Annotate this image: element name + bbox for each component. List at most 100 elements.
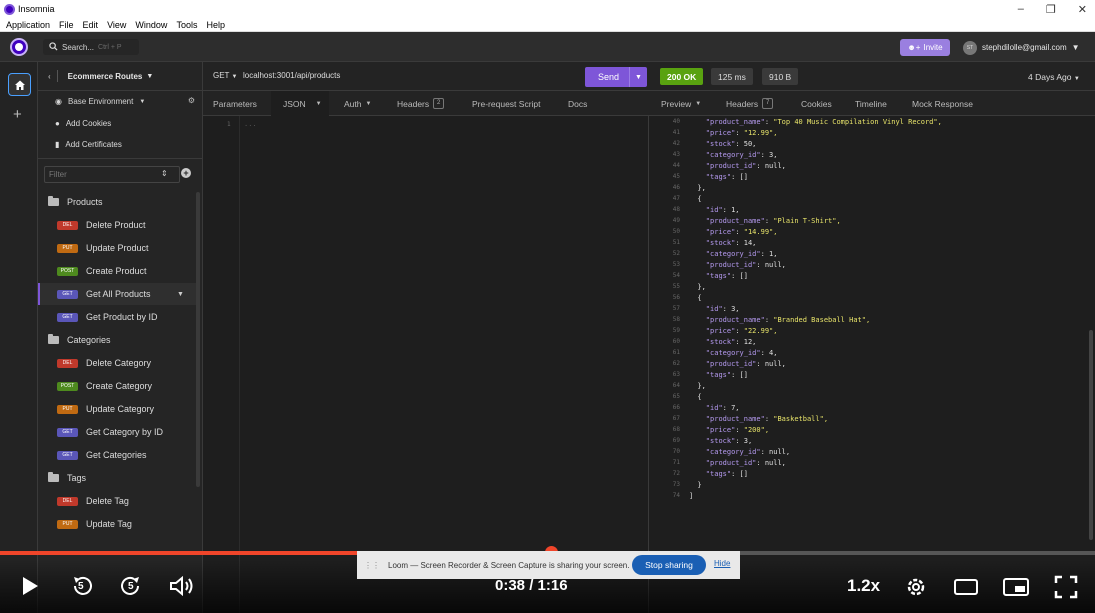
tab-prerequest[interactable]: Pre-request Script: [472, 91, 541, 116]
history-dropdown[interactable]: 4 Days Ago ▼: [1028, 72, 1080, 82]
restore-icon[interactable]: ❐: [1046, 3, 1056, 16]
chevron-down-icon: ▼: [231, 74, 238, 80]
user-menu[interactable]: ST stephdilolle@gmail.com ▼: [963, 39, 1080, 56]
playback-speed-button[interactable]: 1.2x: [847, 576, 880, 596]
theater-mode-button[interactable]: [953, 577, 979, 599]
drag-handle-icon[interactable]: ⋮⋮: [364, 561, 380, 570]
line-number: 51: [672, 239, 680, 246]
minimize-icon[interactable]: –: [1018, 3, 1024, 15]
sidebar-item-delete-tag[interactable]: DEL Delete Tag: [38, 490, 198, 512]
response-pane: 200 OK 125 ms 910 B 4 Days Ago ▼ Preview…: [649, 62, 1095, 613]
time-total: 1:16: [537, 577, 568, 594]
tab-preview[interactable]: Preview ▼: [661, 91, 701, 116]
skip-back-button[interactable]: 5: [70, 575, 94, 599]
menu-help[interactable]: Help: [206, 20, 225, 30]
folder-tags[interactable]: Tags: [48, 472, 86, 483]
sidebar-item-update-product[interactable]: PUT Update Product: [38, 237, 198, 259]
json-key: "category_id": [705, 448, 761, 456]
sidebar-item-delete-category[interactable]: DEL Delete Category: [38, 352, 198, 374]
sidebar-item-get-category-by-id[interactable]: GET Get Category by ID: [38, 421, 198, 443]
tab-response-headers[interactable]: Headers 7: [726, 91, 774, 116]
line-number: 40: [672, 118, 680, 125]
line-number: 1: [227, 121, 231, 128]
tab-label: Headers: [726, 98, 759, 109]
close-icon[interactable]: ✕: [1078, 3, 1087, 16]
chevron-down-icon[interactable]: ▼: [177, 291, 184, 298]
sidebar-item-delete-product[interactable]: DEL Delete Product: [38, 214, 198, 236]
gear-icon[interactable]: ⚙: [188, 96, 195, 105]
folder-categories[interactable]: Categories: [48, 334, 111, 345]
folder-label: Products: [67, 197, 103, 207]
tab-auth[interactable]: Auth ▼: [344, 91, 371, 116]
collection-header: ‹ Ecommerce Routes ▼: [38, 62, 202, 91]
menu-edit[interactable]: Edit: [83, 20, 99, 30]
volume-button[interactable]: [169, 575, 195, 598]
tab-timeline[interactable]: Timeline: [855, 91, 887, 116]
add-cookies-link[interactable]: ● Add Cookies: [55, 119, 111, 128]
sidebar-item-create-product[interactable]: POST Create Product: [38, 260, 198, 282]
stop-sharing-button[interactable]: Stop sharing: [632, 555, 706, 575]
window-titlebar: Insomnia – ❐ ✕: [0, 0, 1095, 18]
collection-name[interactable]: Ecommerce Routes: [68, 72, 143, 81]
tab-parameters[interactable]: Parameters: [213, 91, 257, 116]
menu-view[interactable]: View: [107, 20, 126, 30]
menu-tools[interactable]: Tools: [176, 20, 197, 30]
settings-button[interactable]: [904, 575, 928, 601]
back-icon[interactable]: ‹: [48, 72, 51, 81]
tab-mock-response[interactable]: Mock Response: [912, 91, 973, 116]
tab-cookies[interactable]: Cookies: [801, 91, 832, 116]
add-certificates-link[interactable]: ▮ Add Certificates: [55, 140, 122, 149]
folder-products[interactable]: Products: [48, 196, 103, 207]
sidebar-item-create-category[interactable]: POST Create Category: [38, 375, 198, 397]
menu-application[interactable]: Application: [6, 20, 50, 30]
method-selector[interactable]: GET ▼: [213, 71, 238, 80]
add-item-icon[interactable]: +: [181, 168, 191, 178]
sidebar-item-update-tag[interactable]: PUT Update Tag: [38, 513, 198, 535]
invite-button[interactable]: ☻+ Invite: [900, 39, 950, 56]
sidebar-item-update-category[interactable]: PUT Update Category: [38, 398, 198, 420]
code-punctuation: },: [697, 382, 706, 390]
filter-input[interactable]: Filter: [44, 166, 180, 183]
tab-body[interactable]: JSON ▼: [271, 91, 329, 116]
environment-selector[interactable]: ◉ Base Environment ▼ ⚙: [55, 96, 195, 106]
response-body[interactable]: 40 "product_name": "Top 40 Music Compilat…: [649, 116, 1095, 613]
app-logo-icon[interactable]: [10, 38, 28, 56]
code-text: "product_name": "Basketball",: [705, 415, 829, 423]
code-text: "stock": 14,: [705, 239, 757, 247]
skip-forward-button[interactable]: 5: [119, 575, 143, 599]
menu-file[interactable]: File: [59, 20, 74, 30]
chevron-down-icon: ▼: [695, 100, 702, 107]
chevron-down-icon: ▼: [1071, 43, 1080, 52]
response-scrollbar[interactable]: [1089, 330, 1093, 540]
sidebar-scrollbar[interactable]: [196, 192, 200, 487]
add-project-icon[interactable]: +: [13, 106, 22, 123]
json-value: "Plain T-Shirt",: [773, 217, 841, 225]
tab-docs[interactable]: Docs: [568, 91, 587, 116]
response-tabs: Preview ▼ Headers 7 Cookies Timeline Mock …: [649, 91, 1095, 116]
method-badge: GET: [57, 450, 78, 460]
body-editor[interactable]: 1 ...: [203, 116, 649, 613]
tab-headers[interactable]: Headers 2: [397, 91, 445, 116]
code-line: 47 {: [649, 195, 1095, 206]
sidebar-item-get-product-by-id[interactable]: GET Get Product by ID: [38, 306, 198, 328]
tab-label: Timeline: [855, 98, 887, 109]
send-button[interactable]: Send ▼: [585, 67, 647, 87]
code-text: "price": "22.99",: [705, 327, 778, 335]
time-current: 0:38: [495, 577, 526, 594]
chevron-down-icon[interactable]: ▼: [146, 73, 153, 80]
miniplayer-button[interactable]: [1002, 577, 1030, 599]
sort-icon[interactable]: ⇕: [161, 169, 168, 178]
sidebar-item-get-all-products[interactable]: GET Get All Products ▼: [38, 283, 198, 305]
hide-link[interactable]: Hide: [714, 559, 730, 568]
home-button[interactable]: [8, 73, 31, 96]
sidebar-item-get-categories[interactable]: GET Get Categories: [38, 444, 198, 466]
line-number: 41: [672, 129, 680, 136]
search-button[interactable]: Search... Ctrl + P: [43, 39, 139, 55]
play-button[interactable]: [20, 576, 40, 598]
fullscreen-button[interactable]: [1054, 575, 1078, 601]
url-input[interactable]: localhost:3001/api/products: [243, 71, 340, 80]
menu-window[interactable]: Window: [135, 20, 167, 30]
chevron-down-icon[interactable]: ▼: [629, 67, 647, 87]
video-timecode: 0:38 / 1:16: [495, 577, 568, 594]
line-number: 58: [672, 316, 680, 323]
